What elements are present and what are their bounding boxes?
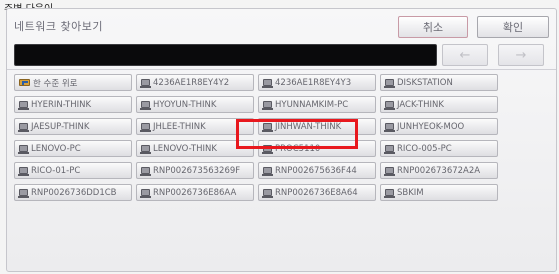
computer-label: JHLEE-THINK: [153, 121, 206, 132]
computer-icon: [140, 101, 151, 110]
computer-item[interactable]: HYOYUN-THINK: [136, 96, 254, 113]
right-arrow-icon: →: [515, 47, 527, 63]
computer-label: RNP002673563269F: [153, 165, 241, 176]
computer-label: RICO-01-PC: [31, 165, 81, 176]
computer-icon: [384, 123, 395, 132]
computer-item[interactable]: HYUNNAMKIM-PC: [258, 96, 376, 113]
computer-item[interactable]: RNP0026736E8A64: [258, 184, 376, 201]
computer-icon: [384, 79, 395, 88]
left-arrow-icon: ←: [459, 47, 471, 63]
dialog-title: 네트워크 찾아보기: [14, 20, 103, 33]
computer-label: 4236AE1R8EY4Y3: [275, 77, 352, 88]
computer-item[interactable]: JACK-THINK: [380, 96, 498, 113]
computer-icon: [18, 189, 29, 198]
computer-icon: [262, 123, 273, 132]
network-browse-dialog: 네트워크 찾아보기 취소 확인 ← → 한 수준 위로 4236AE1R8EY4…: [6, 8, 557, 272]
computer-item[interactable]: JHLEE-THINK: [136, 118, 254, 135]
computer-label: RNP002675636F44: [275, 165, 357, 176]
computer-item[interactable]: RNP002673672A2A: [380, 162, 498, 179]
computer-icon: [262, 79, 273, 88]
computer-list: 한 수준 위로 4236AE1R8EY4Y2 4236AE1R8EY4Y3 DI…: [14, 74, 498, 201]
computer-label: JAESUP-THINK: [31, 121, 90, 132]
computer-label: RNP0026736E86AA: [153, 187, 237, 198]
computer-icon: [140, 167, 151, 176]
path-display: [14, 44, 437, 66]
computer-label: JINHWAN-THINK: [275, 121, 342, 132]
computer-item[interactable]: RICO-005-PC: [380, 140, 498, 157]
previous-page-button[interactable]: ←: [442, 44, 488, 66]
computer-label: LENOVO-THINK: [153, 143, 217, 154]
computer-icon: [18, 123, 29, 132]
computer-label: 한 수준 위로: [33, 78, 78, 89]
computer-item[interactable]: 4236AE1R8EY4Y3: [258, 74, 376, 91]
computer-item[interactable]: LENOVO-THINK: [136, 140, 254, 157]
computer-label: HYOYUN-THINK: [153, 99, 217, 110]
computer-label: JACK-THINK: [397, 99, 444, 110]
computer-label: DISKSTATION: [397, 77, 453, 88]
computer-icon: [262, 167, 273, 176]
up-one-level-button[interactable]: 한 수준 위로: [14, 74, 132, 91]
computer-label: RNP0026736DD1CB: [31, 187, 117, 198]
computer-label: HYERIN-THINK: [31, 99, 92, 110]
computer-item[interactable]: RICO-01-PC: [14, 162, 132, 179]
computer-icon: [384, 189, 395, 198]
computer-icon: [384, 167, 395, 176]
computer-icon: [18, 167, 29, 176]
computer-item[interactable]: PROC5110: [258, 140, 376, 157]
computer-label: 4236AE1R8EY4Y2: [153, 77, 230, 88]
computer-icon: [262, 189, 273, 198]
computer-icon: [140, 189, 151, 198]
computer-icon: [140, 123, 151, 132]
computer-item[interactable]: 4236AE1R8EY4Y2: [136, 74, 254, 91]
computer-icon: [384, 101, 395, 110]
computer-icon: [384, 145, 395, 154]
computer-item[interactable]: JUNHYEOK-MOO: [380, 118, 498, 135]
computer-label: PROC5110: [275, 143, 321, 154]
computer-label: HYUNNAMKIM-PC: [275, 99, 349, 110]
computer-item[interactable]: RNP002673563269F: [136, 162, 254, 179]
computer-item[interactable]: HYERIN-THINK: [14, 96, 132, 113]
computer-item[interactable]: LENOVO-PC: [14, 140, 132, 157]
computer-item-selected[interactable]: JINHWAN-THINK: [258, 118, 376, 135]
computer-label: RICO-005-PC: [397, 143, 452, 154]
computer-label: JUNHYEOK-MOO: [397, 121, 465, 132]
computer-label: LENOVO-PC: [31, 143, 81, 154]
computer-icon: [262, 145, 273, 154]
computer-label: RNP002673672A2A: [397, 165, 481, 176]
computer-label: SBKIM: [397, 187, 424, 198]
computer-item[interactable]: RNP0026736E86AA: [136, 184, 254, 201]
computer-icon: [262, 101, 273, 110]
ok-button[interactable]: 확인: [477, 16, 549, 38]
computer-item[interactable]: DISKSTATION: [380, 74, 498, 91]
computer-label: RNP0026736E8A64: [275, 187, 358, 198]
computer-item[interactable]: JAESUP-THINK: [14, 118, 132, 135]
computer-icon: [18, 101, 29, 110]
header-divider: [7, 69, 556, 70]
computer-item[interactable]: RNP0026736DD1CB: [14, 184, 132, 201]
cancel-button[interactable]: 취소: [398, 16, 468, 38]
computer-icon: [140, 79, 151, 88]
computer-icon: [18, 145, 29, 154]
next-page-button[interactable]: →: [498, 44, 544, 66]
computer-item[interactable]: SBKIM: [380, 184, 498, 201]
up-folder-icon: [19, 79, 30, 86]
computer-icon: [140, 145, 151, 154]
computer-item[interactable]: RNP002675636F44: [258, 162, 376, 179]
